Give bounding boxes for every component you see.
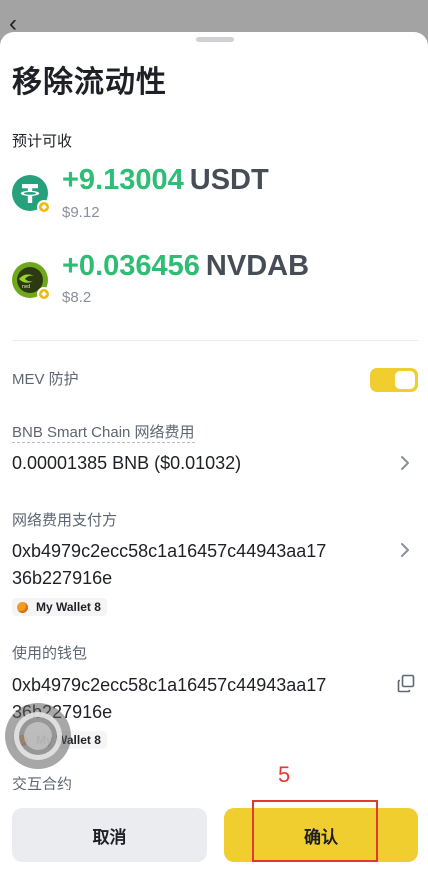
screen: ‹ 移除流动性 预计可收 +9.13004 USDT $9.12 nvd +0.…	[0, 0, 428, 876]
bnb-chain-badge-icon	[37, 200, 51, 214]
cancel-button[interactable]: 取消	[12, 808, 207, 862]
network-fee-label[interactable]: BNB Smart Chain 网络费用	[12, 424, 195, 443]
fee-payer-label: 网络费用支付方	[12, 512, 118, 529]
divider	[12, 340, 418, 341]
token-amount-row: +0.036456 NVDAB	[62, 249, 309, 283]
toggle-knob	[395, 371, 415, 389]
usdt-icon	[12, 175, 51, 214]
network-fee-label-text: BNB Smart Chain 网络费用	[12, 424, 195, 443]
bnb-chain-badge-icon	[37, 287, 51, 301]
token-amount: +9.13004	[62, 164, 184, 196]
assistive-touch-core	[24, 722, 52, 750]
token-symbol: USDT	[189, 164, 269, 196]
drag-handle[interactable]	[196, 37, 234, 42]
page-title: 移除流动性	[12, 66, 167, 99]
chevron-right-icon[interactable]	[399, 455, 411, 471]
token-amount: +0.036456	[62, 250, 200, 282]
wallet-name: My Wallet 8	[36, 600, 101, 614]
copy-icon[interactable]	[397, 674, 415, 693]
svg-text:nvd: nvd	[22, 284, 30, 290]
chevron-right-icon[interactable]	[399, 542, 411, 558]
wallet-badge: My Wallet 8	[12, 598, 107, 616]
token-symbol: NVDAB	[205, 250, 310, 282]
nvdab-icon: nvd	[12, 262, 51, 301]
token-fiat-value: $8.2	[62, 289, 92, 306]
token-amount-row: +9.13004 USDT	[62, 163, 269, 197]
mev-protection-toggle[interactable]	[370, 368, 418, 392]
fee-payer-address[interactable]: 0xb4979c2ecc58c1a16457c44943aa1736b22791…	[12, 538, 330, 592]
receive-label: 预计可收	[12, 133, 73, 150]
wallet-avatar-icon	[17, 601, 28, 613]
mev-protection-label: MEV 防护	[12, 371, 79, 388]
wallet-used-label: 使用的钱包	[12, 645, 88, 662]
network-fee-value[interactable]: 0.00001385 BNB ($0.01032)	[12, 450, 241, 477]
token-fiat-value: $9.12	[62, 204, 100, 221]
annotation-step-number: 5	[278, 762, 291, 787]
annotation-highlight-box	[252, 800, 378, 862]
assistive-touch-icon[interactable]	[5, 703, 71, 769]
